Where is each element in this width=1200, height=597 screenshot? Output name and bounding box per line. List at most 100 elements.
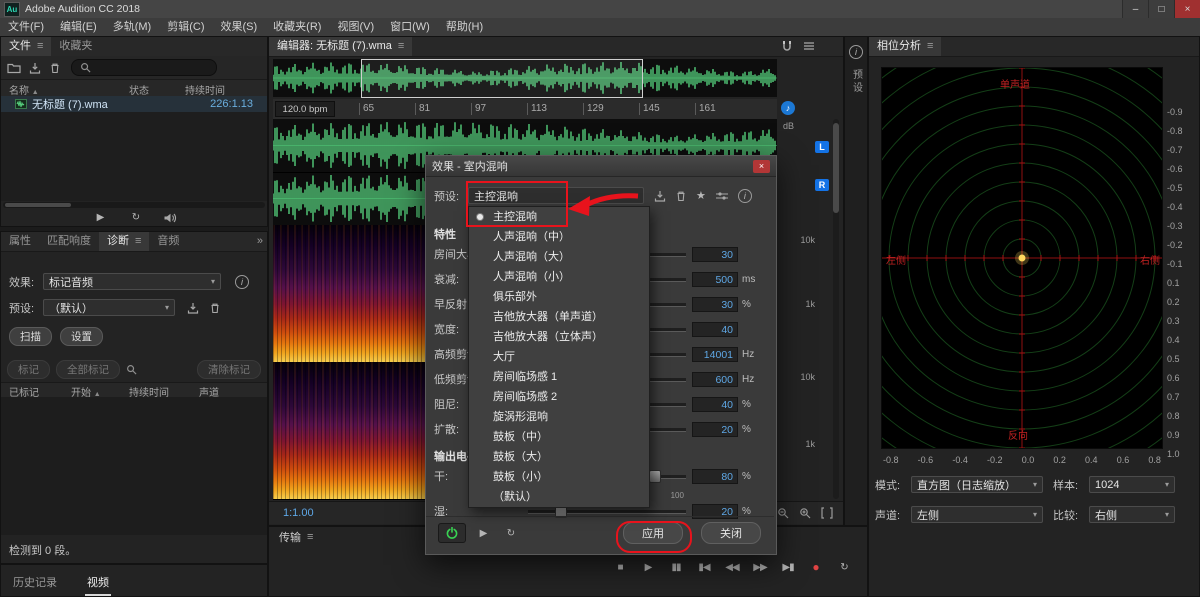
tab-essential-sound[interactable]: 音频 bbox=[149, 232, 187, 251]
menu-item[interactable]: 效果(S) bbox=[213, 18, 266, 36]
record-button[interactable]: ● bbox=[807, 559, 825, 575]
tab-properties[interactable]: 属性 bbox=[1, 232, 39, 251]
open-file-icon[interactable] bbox=[7, 61, 21, 73]
files-horizontal-scrollbar[interactable] bbox=[3, 202, 265, 208]
timeline-ruler[interactable]: 120.0 bpm 658197113129145161 bbox=[273, 99, 777, 120]
file-row[interactable]: 无标题 (7).wma 226:1.13 bbox=[1, 96, 267, 112]
preview-play-icon[interactable]: ▶ bbox=[474, 525, 492, 541]
info-icon[interactable]: i bbox=[849, 45, 863, 59]
delete-file-icon[interactable] bbox=[49, 61, 61, 73]
tab-phase-analysis[interactable]: 相位分析≡ bbox=[869, 37, 941, 56]
preview-play-icon[interactable]: ▶ bbox=[91, 210, 109, 226]
rewind-button[interactable]: ◀◀ bbox=[723, 559, 741, 575]
metronome-toggle-icon[interactable]: ♪ bbox=[781, 101, 795, 115]
left-channel-badge[interactable]: L bbox=[815, 141, 829, 153]
effect-power-toggle[interactable] bbox=[438, 523, 466, 543]
minimize-button[interactable]: – bbox=[1122, 0, 1148, 18]
tab-history[interactable]: 历史记录 bbox=[11, 572, 59, 596]
preset-option[interactable]: 主控混响 bbox=[469, 207, 649, 227]
pause-button[interactable]: ▮▮ bbox=[667, 559, 685, 575]
menu-item[interactable]: 窗口(W) bbox=[382, 18, 438, 36]
scrollbar-thumb[interactable] bbox=[833, 123, 839, 213]
settings-button[interactable]: 设置 bbox=[60, 327, 103, 346]
preset-option[interactable]: 人声混响（大） bbox=[469, 247, 649, 267]
apply-button[interactable]: 应用 bbox=[623, 522, 683, 544]
preset-option[interactable]: 鼓板（小） bbox=[469, 467, 649, 487]
dialog-close-icon[interactable]: × bbox=[753, 160, 770, 173]
close-dialog-button[interactable]: 关闭 bbox=[701, 522, 761, 544]
dialog-titlebar[interactable]: 效果 - 室内混响 × bbox=[426, 156, 776, 177]
slider-knob[interactable] bbox=[649, 470, 661, 483]
preset-combobox[interactable]: 主控混响▾ bbox=[468, 187, 644, 204]
mark-button[interactable]: 标记 bbox=[7, 360, 50, 379]
play-button[interactable]: ▶ bbox=[639, 559, 657, 575]
delete-preset-icon[interactable] bbox=[209, 301, 221, 313]
channel-select[interactable]: 左侧▾ bbox=[911, 506, 1043, 523]
menu-item[interactable]: 帮助(H) bbox=[438, 18, 491, 36]
info-icon[interactable]: i bbox=[235, 275, 249, 289]
param-value[interactable]: 500 bbox=[692, 272, 738, 287]
panel-menu-icon[interactable]: ≡ bbox=[37, 40, 43, 52]
more-tabs-icon[interactable]: » bbox=[253, 232, 267, 251]
skip-to-start-button[interactable]: ▮◀ bbox=[695, 559, 713, 575]
panel-menu-icon[interactable]: ≡ bbox=[398, 40, 404, 52]
tab-match-loudness[interactable]: 匹配响度 bbox=[39, 232, 99, 251]
menu-item[interactable]: 收藏夹(R) bbox=[265, 18, 329, 36]
preset-option[interactable]: 旋涡形混响 bbox=[469, 407, 649, 427]
preset-option[interactable]: 房间临场感 2 bbox=[469, 387, 649, 407]
skip-to-end-button[interactable]: ▶▮ bbox=[779, 559, 797, 575]
preset-option[interactable]: 吉他放大器（单声道） bbox=[469, 307, 649, 327]
search-icon[interactable] bbox=[126, 364, 137, 376]
preset-option[interactable]: 鼓板（大） bbox=[469, 447, 649, 467]
right-channel-badge[interactable]: R bbox=[815, 179, 829, 191]
menu-item[interactable]: 剪辑(C) bbox=[159, 18, 212, 36]
clear-marked-button[interactable]: 清除标记 bbox=[197, 360, 261, 379]
close-button[interactable]: × bbox=[1174, 0, 1200, 18]
zoom-in-icon[interactable] bbox=[799, 507, 811, 519]
save-preset-icon[interactable] bbox=[187, 301, 199, 313]
preset-option[interactable]: 人声混响（中） bbox=[469, 227, 649, 247]
samples-select[interactable]: 1024▾ bbox=[1089, 476, 1175, 493]
import-file-icon[interactable] bbox=[29, 61, 41, 73]
compare-select[interactable]: 右侧▾ bbox=[1089, 506, 1175, 523]
panel-menu-icon[interactable]: ≡ bbox=[307, 531, 313, 543]
effect-select[interactable]: 标记音频▾ bbox=[43, 273, 221, 290]
save-preset-icon[interactable] bbox=[654, 189, 666, 201]
preset-option[interactable]: 鼓板（中） bbox=[469, 427, 649, 447]
preview-loop-icon[interactable]: ↻ bbox=[127, 210, 145, 226]
tab-video[interactable]: 视频 bbox=[85, 572, 111, 596]
scrollbar-thumb[interactable] bbox=[5, 203, 71, 207]
editor-tab[interactable]: 编辑器: 无标题 (7).wma≡ bbox=[269, 37, 412, 56]
menu-item[interactable]: 文件(F) bbox=[0, 18, 52, 36]
mode-select[interactable]: 直方图（日志缩放）▾ bbox=[911, 476, 1043, 493]
preset-option[interactable]: 房间临场感 1 bbox=[469, 367, 649, 387]
tab-files[interactable]: 文件≡ bbox=[1, 37, 51, 56]
preset-option[interactable]: 俱乐部外 bbox=[469, 287, 649, 307]
speaker-icon[interactable] bbox=[163, 211, 177, 223]
loop-button[interactable]: ↻ bbox=[835, 559, 853, 575]
param-value[interactable]: 14001 bbox=[692, 347, 738, 362]
snap-icon[interactable] bbox=[781, 37, 793, 56]
preset-option[interactable]: 吉他放大器（立体声） bbox=[469, 327, 649, 347]
panel-menu-icon[interactable]: ≡ bbox=[927, 40, 933, 52]
param-value[interactable]: 30 bbox=[692, 247, 738, 262]
info-icon[interactable]: i bbox=[738, 189, 752, 203]
zoom-out-icon[interactable] bbox=[777, 507, 789, 519]
preset-option[interactable]: （默认） bbox=[469, 487, 649, 507]
preset-option[interactable]: 大厅 bbox=[469, 347, 649, 367]
preview-loop-icon[interactable]: ↻ bbox=[502, 525, 520, 541]
param-value[interactable]: 40 bbox=[692, 322, 738, 337]
column-duration[interactable]: 持续时间 bbox=[185, 82, 225, 97]
tab-favorites[interactable]: 收藏夹 bbox=[51, 37, 100, 56]
ab-toggle-icon[interactable] bbox=[715, 190, 729, 202]
param-value[interactable]: 30 bbox=[692, 297, 738, 312]
fast-forward-button[interactable]: ▶▶ bbox=[751, 559, 769, 575]
scan-button[interactable]: 扫描 bbox=[9, 327, 52, 346]
overview-selection[interactable] bbox=[361, 59, 643, 98]
menu-item[interactable]: 编辑(E) bbox=[52, 18, 105, 36]
menu-item[interactable]: 视图(V) bbox=[329, 18, 382, 36]
menu-item[interactable]: 多轨(M) bbox=[105, 18, 160, 36]
param-value[interactable]: 40 bbox=[692, 397, 738, 412]
tab-diagnostics[interactable]: 诊断≡ bbox=[99, 232, 149, 251]
param-value[interactable]: 20 bbox=[692, 422, 738, 437]
